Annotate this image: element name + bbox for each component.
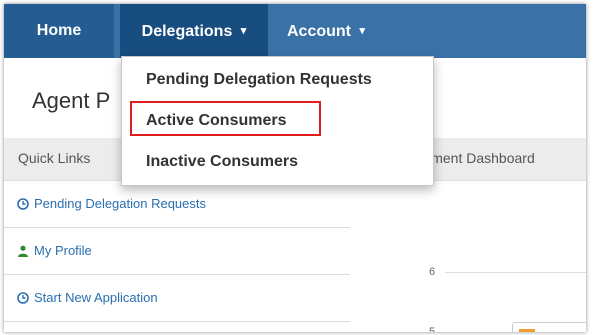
sidebar-item-my-profile[interactable]: My Profile [4, 228, 350, 275]
sidebar-item-label: Start New Application [34, 290, 158, 305]
chart-axis-tick: 6 [429, 266, 436, 278]
highlight-annotation-box [130, 101, 321, 136]
top-navbar: Home Delegations ▾ Account ▾ [4, 4, 586, 58]
nav-home-label: Home [36, 22, 82, 39]
user-icon [18, 245, 28, 257]
caret-down-icon: ▾ [240, 25, 247, 37]
sidebar-item-label: My Profile [34, 243, 92, 258]
menu-item-label: Pending Delegation Requests [146, 71, 372, 88]
chart-legend [512, 322, 586, 332]
chart-gridline [445, 272, 586, 273]
legend-swatch [519, 329, 535, 332]
menu-item-pending-delegation-requests[interactable]: Pending Delegation Requests [122, 63, 433, 97]
nav-delegations-menu[interactable]: Delegations ▾ [120, 4, 268, 58]
app-window: Home Delegations ▾ Account ▾ Agent P Qui… [4, 4, 586, 332]
page-title: Agent P [32, 88, 111, 113]
sidebar-item-pending-delegation-requests[interactable]: Pending Delegation Requests [4, 181, 350, 228]
quick-links-label: Quick Links [18, 150, 91, 166]
nav-account-menu[interactable]: Account ▾ [287, 4, 365, 58]
clock-icon [17, 292, 29, 304]
sidebar-item-start-new-application[interactable]: Start New Application [4, 275, 350, 322]
delegations-dropdown-menu: Pending Delegation Requests Active Consu… [121, 56, 434, 186]
nav-home[interactable]: Home [4, 4, 114, 58]
chart-axis-tick: 5 [429, 326, 436, 332]
enrollment-dashboard-label: llment Dashboard [425, 150, 535, 166]
nav-account-label: Account [287, 23, 351, 40]
nav-delegations-label: Delegations [141, 23, 233, 40]
clock-icon [17, 198, 29, 210]
menu-item-label: Inactive Consumers [146, 153, 299, 170]
menu-item-inactive-consumers[interactable]: Inactive Consumers [122, 145, 433, 179]
sidebar-item-label: Pending Delegation Requests [34, 196, 207, 211]
caret-down-icon: ▾ [359, 25, 365, 37]
